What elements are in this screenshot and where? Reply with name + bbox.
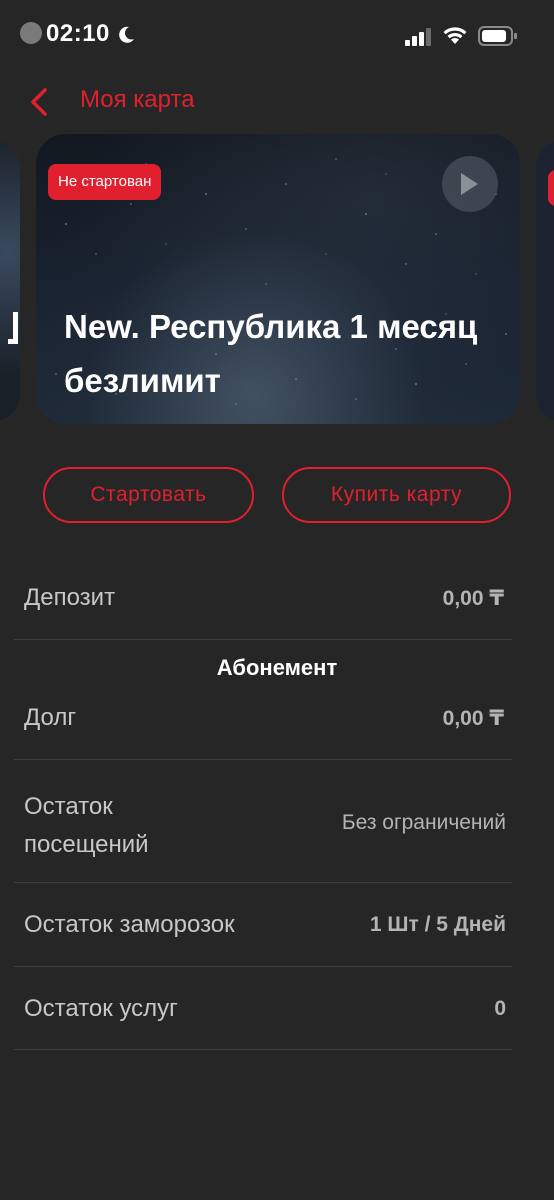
back-button[interactable] bbox=[22, 84, 56, 120]
divider bbox=[14, 639, 512, 640]
deposit-value: 0,00 ₸ bbox=[442, 587, 504, 610]
play-button[interactable] bbox=[442, 156, 498, 212]
freezes-left-value: 1 Шт / 5 Дней bbox=[369, 913, 506, 936]
card-carousel[interactable]: Не стартован New. Республика 1 месяц без… bbox=[0, 134, 554, 426]
battery-icon bbox=[478, 26, 517, 46]
header: Моя карта bbox=[0, 76, 554, 128]
divider bbox=[14, 1049, 512, 1050]
chevron-left-icon bbox=[31, 88, 47, 116]
status-left bbox=[20, 22, 42, 44]
card-title: New. Республика 1 месяц безлимит bbox=[64, 308, 478, 399]
moon-icon bbox=[119, 26, 134, 43]
freezes-left-label: Остаток заморозок bbox=[24, 911, 235, 938]
divider bbox=[14, 759, 512, 760]
visits-left-value: Без ограничений bbox=[341, 811, 506, 834]
visits-left-label: Остаток посещений bbox=[24, 793, 149, 858]
services-left-value: 0 bbox=[494, 997, 506, 1020]
deposit-label: Депозит bbox=[24, 584, 116, 611]
play-icon bbox=[461, 173, 478, 195]
buy-card-button[interactable]: Купить карту bbox=[282, 467, 511, 523]
status-time: 02:10 bbox=[46, 20, 110, 47]
status-bar: 02:10 bbox=[0, 0, 554, 76]
divider bbox=[14, 882, 512, 883]
wifi-icon bbox=[443, 27, 467, 44]
previous-card[interactable] bbox=[0, 140, 20, 422]
previous-card-title-fragment bbox=[8, 312, 18, 344]
membership-card[interactable]: Не стартован New. Республика 1 месяц без… bbox=[36, 134, 520, 424]
debt-label: Долг bbox=[24, 704, 77, 731]
page-title: Моя карта bbox=[80, 86, 195, 113]
kaspi-app-icon bbox=[20, 22, 42, 44]
next-card[interactable] bbox=[536, 140, 554, 422]
debt-value: 0,00 ₸ bbox=[442, 707, 504, 730]
divider bbox=[14, 966, 512, 967]
signal-icon bbox=[405, 28, 431, 46]
status-badge: Не стартован bbox=[48, 164, 162, 200]
services-left-label: Остаток услуг bbox=[24, 995, 178, 1022]
next-card-badge bbox=[548, 170, 554, 206]
subscription-section-title: Абонемент bbox=[216, 655, 338, 680]
start-button[interactable]: Стартовать bbox=[43, 467, 254, 523]
